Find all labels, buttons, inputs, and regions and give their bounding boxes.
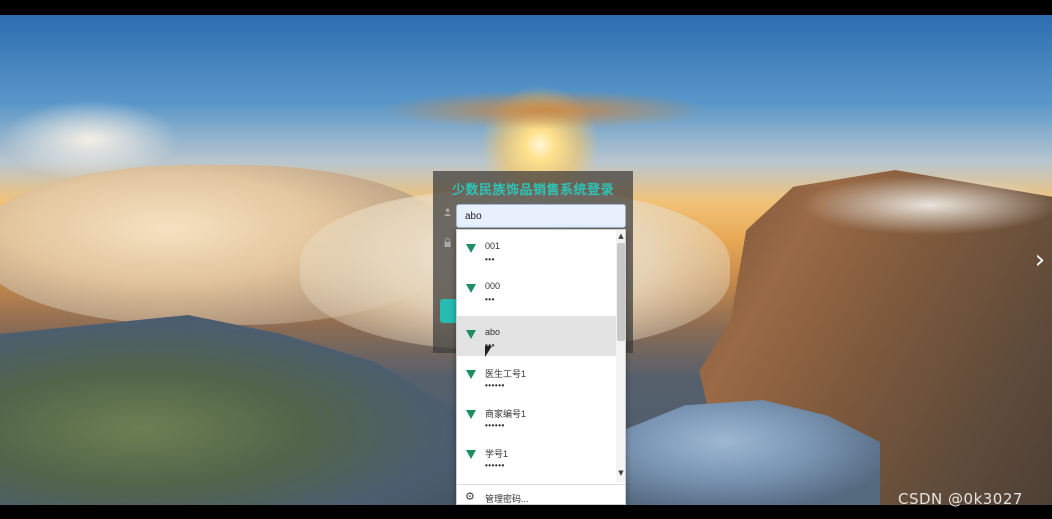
credential-username: 001 — [485, 241, 501, 251]
grass-foreground — [0, 315, 470, 505]
credential-password-mask: ••• — [485, 255, 495, 264]
credential-item-abo[interactable]: abo ••• — [457, 316, 616, 356]
credential-password-mask: •••••• — [485, 381, 505, 390]
divider — [457, 484, 625, 485]
credential-item-merchant-id[interactable]: 商家编号1 •••••• — [457, 396, 616, 436]
gear-icon: ⚙ — [465, 490, 475, 503]
login-title: 少数民族饰品销售系统登录 — [451, 183, 614, 198]
scroll-down-arrow-icon[interactable]: ▼ — [616, 469, 625, 477]
credential-username: 学号1 — [485, 449, 509, 459]
key-icon — [466, 450, 476, 459]
credential-username: 商家编号1 — [485, 409, 527, 419]
cloud — [380, 90, 710, 130]
credential-username: 000 — [485, 281, 501, 291]
key-icon — [466, 370, 476, 379]
credential-username: abo — [485, 327, 501, 337]
lock-icon — [444, 238, 451, 250]
credential-item-000[interactable]: 000 ••• — [457, 270, 616, 310]
carousel-next-arrow-icon[interactable]: › — [1030, 246, 1050, 274]
watermark-text: CSDN @0k3027 — [898, 490, 1023, 508]
user-icon — [444, 208, 451, 219]
saved-credentials-dropdown: 001 ••• 000 ••• abo ••• 医生工号1 •••••• 商家编… — [456, 229, 626, 505]
key-icon — [466, 244, 476, 253]
key-icon — [466, 330, 476, 339]
credential-password-mask: •••••• — [485, 421, 505, 430]
manage-passwords-label: 管理密码... — [485, 494, 529, 504]
key-icon — [466, 410, 476, 419]
mouse-cursor-icon — [485, 346, 492, 357]
bottom-letterbox-bar — [0, 505, 1052, 519]
scrollbar-thumb[interactable] — [617, 243, 625, 341]
credential-password-mask: •••••• — [485, 461, 505, 470]
credential-item-student-id[interactable]: 学号1 •••••• — [457, 436, 616, 476]
manage-passwords-item[interactable]: ⚙ 管理密码... — [457, 488, 625, 504]
username-input[interactable] — [456, 204, 626, 228]
credential-item-001[interactable]: 001 ••• — [457, 230, 616, 270]
dropdown-scrollbar[interactable]: ▲ ▼ — [616, 230, 625, 482]
key-icon — [466, 284, 476, 293]
scroll-up-arrow-icon[interactable]: ▲ — [616, 232, 625, 240]
fog — [800, 175, 1052, 235]
credential-item-doctor-id[interactable]: 医生工号1 •••••• — [457, 356, 616, 396]
login-button[interactable] — [440, 299, 456, 323]
credential-username: 医生工号1 — [485, 369, 527, 379]
top-letterbox-bar — [0, 0, 1052, 15]
credential-password-mask: ••• — [485, 295, 495, 304]
